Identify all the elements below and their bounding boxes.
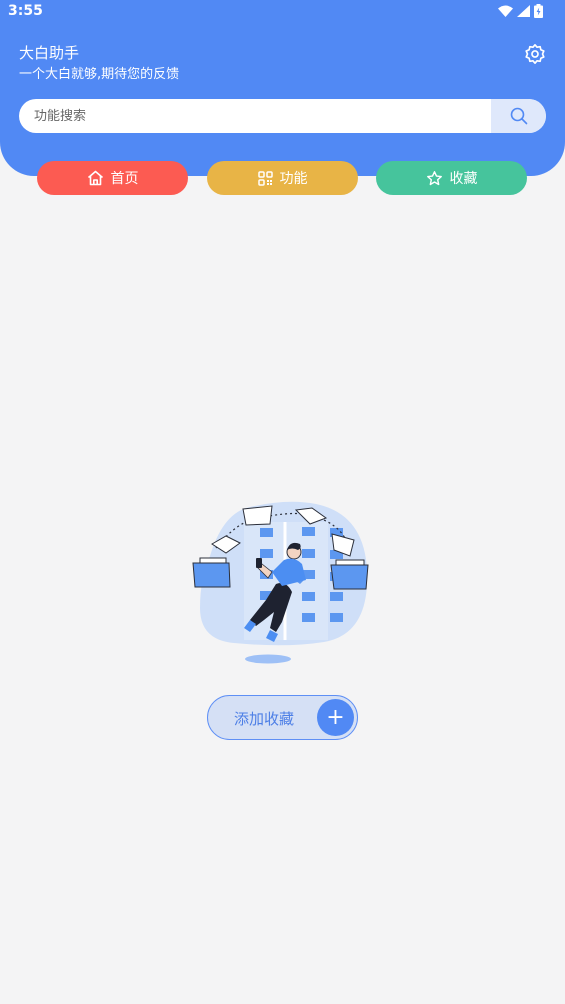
app-subtitle: 一个大白就够,期待您的反馈 [19, 67, 180, 82]
tab-home[interactable]: 首页 [37, 161, 188, 195]
empty-state-illustration [192, 501, 369, 664]
add-favorite-button[interactable]: 添加收藏 + [207, 695, 358, 740]
search-button[interactable] [491, 99, 546, 133]
wifi-icon [498, 5, 513, 17]
app-screen: 3:55 大白助手 一个大白就够,期待您的反馈 功能搜索 首页 功能 收藏 添加… [0, 0, 565, 1004]
tab-functions[interactable]: 功能 [207, 161, 358, 195]
tab-favorites[interactable]: 收藏 [376, 161, 527, 195]
tab-favorites-label: 收藏 [449, 171, 478, 187]
tab-functions-label: 功能 [279, 171, 308, 187]
gear-icon [525, 44, 545, 64]
battery-icon [534, 4, 543, 18]
settings-button[interactable] [522, 41, 548, 67]
header: 3:55 大白助手 一个大白就够,期待您的反馈 [0, 0, 565, 176]
tab-home-label: 首页 [110, 171, 139, 187]
home-icon [87, 170, 103, 186]
plus-icon: + [317, 699, 354, 736]
search-icon [510, 107, 527, 125]
signal-icon [517, 5, 530, 17]
add-favorite-label: 添加收藏 [234, 710, 295, 728]
search-input[interactable] [19, 99, 491, 133]
grid-icon [257, 170, 273, 186]
app-title: 大白助手 [19, 44, 80, 62]
search-bar [19, 99, 546, 133]
star-icon [426, 170, 442, 185]
status-icons [498, 4, 543, 18]
status-time: 3:55 [8, 3, 43, 19]
status-bar: 3:55 [0, 0, 565, 24]
